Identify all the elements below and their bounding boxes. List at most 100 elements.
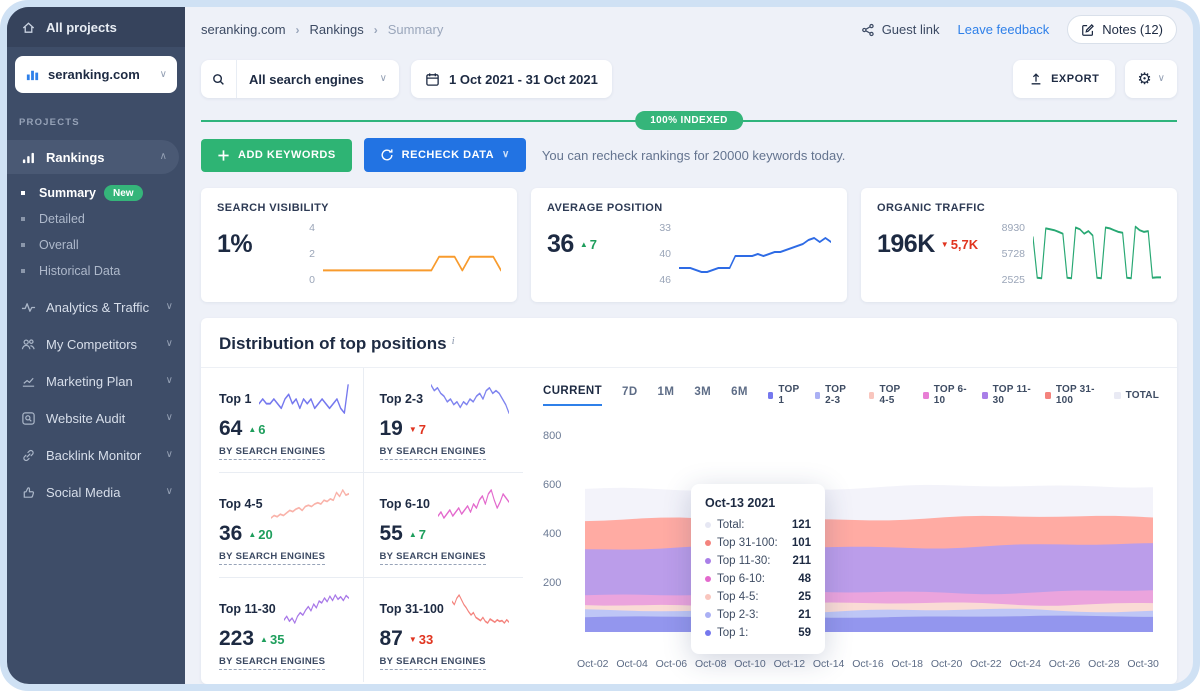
indexed-badge: 100% INDEXED xyxy=(635,111,743,130)
date-range-picker[interactable]: 1 Oct 2021 - 31 Oct 2021 xyxy=(411,60,612,98)
by-search-engines-link[interactable]: BY SEARCH ENGINES xyxy=(380,551,486,565)
x-axis-tick: Oct-04 xyxy=(616,658,648,670)
recheck-data-button[interactable]: RECHECK DATA ∨ xyxy=(364,138,526,172)
sidebar-item-backlink-monitor[interactable]: Backlink Monitor ∨ xyxy=(7,437,185,473)
search-engines-select[interactable]: All search engines ∨ xyxy=(201,60,399,98)
breadcrumb-separator-icon: › xyxy=(294,23,302,37)
tooltip-label: Top 31-100: xyxy=(717,537,792,549)
people-icon xyxy=(21,337,36,352)
top1-label: Top 1 xyxy=(219,392,251,406)
rankings-label: Rankings xyxy=(46,150,150,165)
by-search-engines-link[interactable]: BY SEARCH ENGINES xyxy=(380,656,486,670)
notes-button[interactable]: Notes (12) xyxy=(1067,15,1177,44)
search-visibility-value: 1% xyxy=(217,230,252,259)
legend-label: TOP 1 xyxy=(778,384,801,406)
sidebar-item-all-projects[interactable]: All projects xyxy=(7,7,185,47)
legend-top6-10[interactable]: TOP 6-10 xyxy=(923,384,969,406)
tab-3m[interactable]: 3M xyxy=(694,386,711,405)
date-range-value: 1 Oct 2021 - 31 Oct 2021 xyxy=(449,72,598,87)
breadcrumb-separator-icon: › xyxy=(372,23,380,37)
ytick: 5728 xyxy=(997,248,1025,260)
x-axis-tick: Oct-22 xyxy=(970,658,1002,670)
ytick: 2 xyxy=(299,248,315,260)
y-axis-tick: 800 xyxy=(543,430,577,442)
indexing-progress: 100% INDEXED xyxy=(201,114,1177,128)
x-axis-tick: Oct-14 xyxy=(813,658,845,670)
chevron-down-icon: ∨ xyxy=(160,70,167,80)
top2-3-cell: Top 2-3 19 ▼7 BY SEARCH ENGINES xyxy=(363,368,524,472)
sidebar-item-detailed[interactable]: Detailed xyxy=(7,206,185,232)
ytick: 8930 xyxy=(997,222,1025,234)
by-search-engines-link[interactable]: BY SEARCH ENGINES xyxy=(380,446,486,460)
legend-top31-100[interactable]: TOP 31-100 xyxy=(1045,384,1100,406)
sidebar-item-historical-data[interactable]: Historical Data xyxy=(7,258,185,284)
legend-total[interactable]: TOTAL xyxy=(1114,390,1159,401)
sidebar-item-my-competitors[interactable]: My Competitors ∨ xyxy=(7,326,185,362)
tooltip-value: 21 xyxy=(798,609,811,621)
legend-top2-3[interactable]: TOP 2-3 xyxy=(815,384,856,406)
by-search-engines-link[interactable]: BY SEARCH ENGINES xyxy=(219,446,325,460)
tooltip-dot xyxy=(705,522,711,528)
tooltip-label: Top 2-3: xyxy=(717,609,798,621)
delta-up-icon: ▲ xyxy=(248,530,256,539)
top1-value: 64 xyxy=(219,417,242,441)
legend-top1[interactable]: TOP 1 xyxy=(768,384,802,406)
chevron-down-icon: ∨ xyxy=(166,450,173,460)
project-selector[interactable]: seranking.com ∨ xyxy=(15,56,177,93)
tooltip-row: Total:121 xyxy=(705,519,811,531)
sidebar-item-social-media[interactable]: Social Media ∨ xyxy=(7,474,185,510)
chevron-down-icon: ∨ xyxy=(166,376,173,386)
sidebar-item-summary[interactable]: Summary New xyxy=(7,180,185,206)
x-axis-tick: Oct-30 xyxy=(1127,658,1159,670)
legend-swatch xyxy=(923,392,929,399)
tab-1m[interactable]: 1M xyxy=(658,386,675,405)
tab-6m[interactable]: 6M xyxy=(731,386,748,405)
add-keywords-label: ADD KEYWORDS xyxy=(238,149,336,161)
sidebar-item-marketing-plan[interactable]: Marketing Plan ∨ xyxy=(7,363,185,399)
settings-button[interactable]: ⚙ ∨ xyxy=(1125,60,1177,98)
top1-sparkline xyxy=(259,383,348,415)
chart-legend: TOP 1 TOP 2-3 TOP 4-5 TOP 6-10 TOP 11-30… xyxy=(768,384,1159,406)
x-axis-tick: Oct-06 xyxy=(656,658,688,670)
new-badge: New xyxy=(104,185,143,201)
bullet-icon xyxy=(21,269,25,273)
chevron-down-icon: ∨ xyxy=(166,487,173,497)
info-icon[interactable]: i xyxy=(452,335,455,347)
bar-chart-icon xyxy=(25,67,40,82)
sidebar-item-overall[interactable]: Overall xyxy=(7,232,185,258)
top6-10-cell: Top 6-10 55 ▲7 BY SEARCH ENGINES xyxy=(363,473,524,577)
breadcrumb-project[interactable]: seranking.com xyxy=(201,22,286,37)
delta-down-icon: ▼ xyxy=(941,240,949,249)
thumb-up-icon xyxy=(21,485,36,500)
topbar: seranking.com › Rankings › Summary Guest… xyxy=(185,7,1193,52)
tab-7d[interactable]: 7D xyxy=(622,386,638,405)
plus-icon xyxy=(217,149,230,162)
x-axis-tick: Oct-18 xyxy=(892,658,924,670)
all-projects-label: All projects xyxy=(46,20,117,35)
tooltip-value: 211 xyxy=(792,555,811,567)
chevron-down-icon: ∨ xyxy=(502,150,510,160)
legend-top4-5[interactable]: TOP 4-5 xyxy=(869,384,910,406)
export-button[interactable]: EXPORT xyxy=(1013,60,1115,98)
legend-top11-30[interactable]: TOP 11-30 xyxy=(982,384,1032,406)
filterbar: All search engines ∨ 1 Oct 2021 - 31 Oct… xyxy=(185,52,1193,98)
by-search-engines-link[interactable]: BY SEARCH ENGINES xyxy=(219,656,325,670)
breadcrumb-section[interactable]: Rankings xyxy=(310,22,364,37)
sidebar-item-rankings[interactable]: Rankings ∧ xyxy=(7,140,179,174)
top31-100-delta: 33 xyxy=(419,632,433,647)
add-keywords-button[interactable]: ADD KEYWORDS xyxy=(201,139,352,172)
audit-magnifier-icon xyxy=(21,411,36,426)
sidebar-item-analytics-traffic[interactable]: Analytics & Traffic ∨ xyxy=(7,289,185,325)
x-axis-tick: Oct-26 xyxy=(1049,658,1081,670)
organic-traffic-sparkline xyxy=(1033,222,1161,286)
guest-link-button[interactable]: Guest link xyxy=(861,22,940,37)
legend-swatch xyxy=(1114,392,1121,399)
sidebar-item-website-audit[interactable]: Website Audit ∨ xyxy=(7,400,185,436)
ytick: 4 xyxy=(299,222,315,234)
top31-100-value: 87 xyxy=(380,627,403,651)
search-icon[interactable] xyxy=(201,60,237,98)
chevron-up-icon: ∧ xyxy=(160,152,167,162)
leave-feedback-link[interactable]: Leave feedback xyxy=(958,22,1050,37)
tab-current[interactable]: CURRENT xyxy=(543,385,602,406)
by-search-engines-link[interactable]: BY SEARCH ENGINES xyxy=(219,551,325,565)
